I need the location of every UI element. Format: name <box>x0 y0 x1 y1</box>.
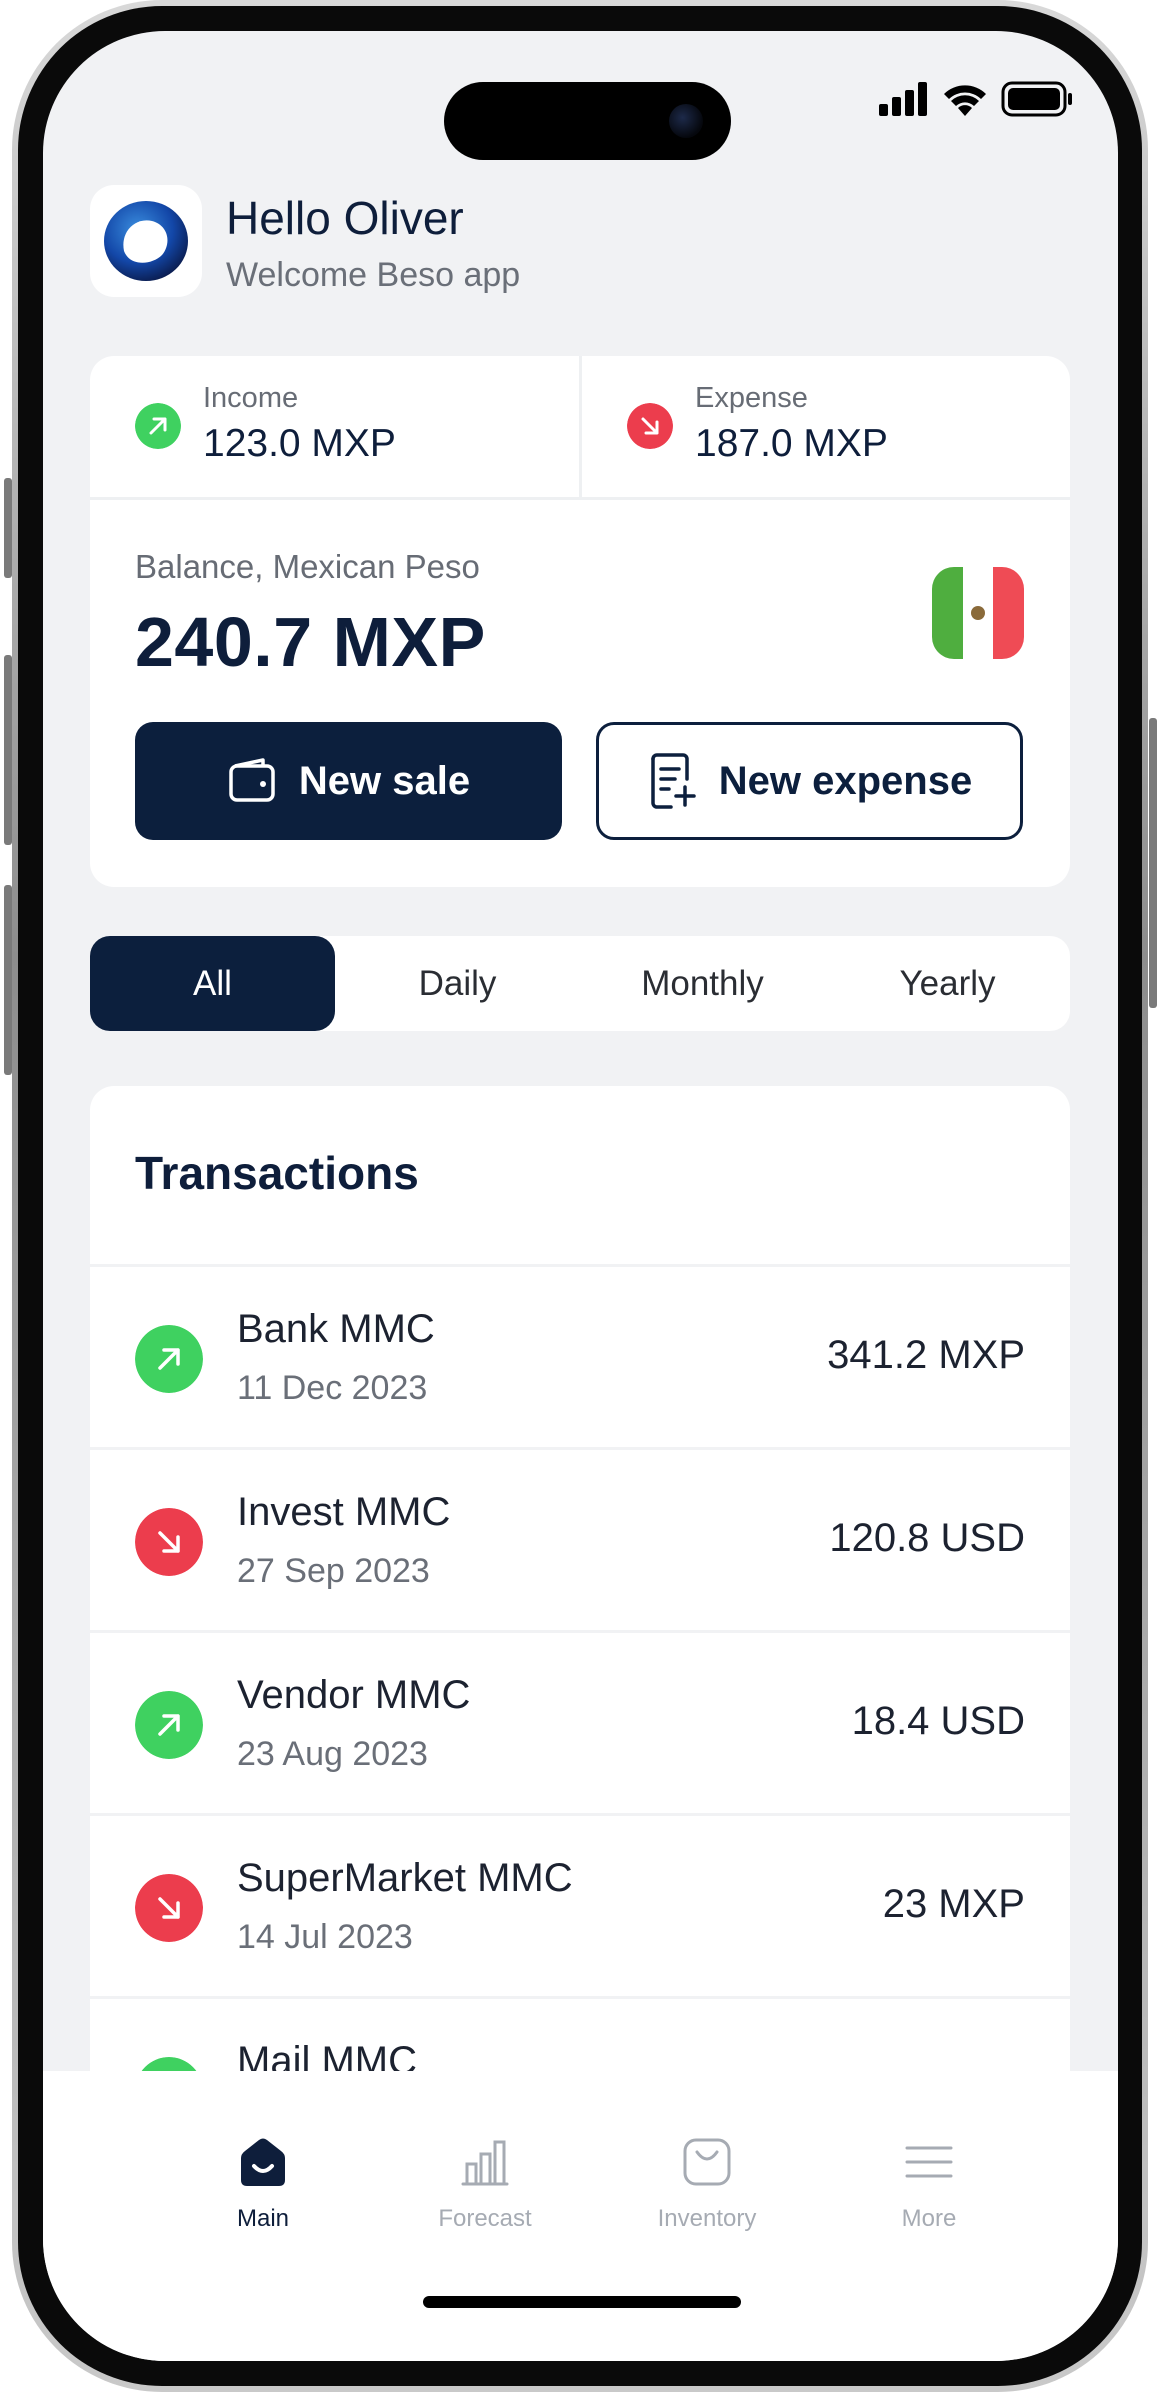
transaction-amount: 341.2 MXP <box>827 1333 1025 1377</box>
expense-stat: Expense 187.0 MXP <box>582 356 1070 497</box>
transaction-date: 27 Sep 2023 <box>237 1552 430 1590</box>
transaction-row[interactable]: Bank MMC 11 Dec 2023 341.2 MXP <box>90 1267 1070 1447</box>
expense-label: Expense <box>695 382 808 414</box>
arrow-up-right-icon <box>135 403 181 449</box>
transactions-header: Transactions <box>90 1086 1070 1264</box>
expense-value: 187.0 MXP <box>695 422 888 465</box>
battery-icon <box>1001 81 1072 117</box>
nav-item-more[interactable]: More <box>849 2136 1009 2233</box>
transaction-name: Bank MMC <box>237 1307 435 1351</box>
new-expense-button[interactable]: New expense <box>596 722 1023 840</box>
balance-card: Income 123.0 MXP Expense 187.0 MXP Balan… <box>90 356 1070 887</box>
transaction-name: Invest MMC <box>237 1490 451 1534</box>
nav-label-more: More <box>901 2205 957 2232</box>
beso-logo-icon <box>104 201 188 281</box>
volume-up-button <box>4 655 12 845</box>
transaction-amount: 18.4 USD <box>851 1699 1025 1743</box>
transaction-name: SuperMarket MMC <box>237 1856 573 1900</box>
tab-all[interactable]: All <box>90 936 335 1031</box>
nav-item-forecast[interactable]: Forecast <box>405 2136 565 2233</box>
status-bar <box>879 81 1073 117</box>
signal-icon <box>879 82 927 116</box>
arrow-down-right-icon <box>627 403 673 449</box>
app-logo <box>90 185 202 297</box>
wallet-icon <box>229 758 275 802</box>
income-stat: Income 123.0 MXP <box>90 356 579 497</box>
transaction-amount: 120.8 USD <box>829 1516 1025 1560</box>
action-button <box>4 478 12 578</box>
transaction-row[interactable]: SuperMarket MMC 14 Jul 2023 23 MXP <box>90 1816 1070 1996</box>
app-screen: Hello Oliver Welcome Beso app Income 123… <box>43 31 1118 2361</box>
dynamic-island <box>444 82 731 160</box>
tab-monthly[interactable]: Monthly <box>580 936 825 1031</box>
new-expense-label: New expense <box>718 758 973 803</box>
nav-label-inventory: Inventory <box>657 2205 757 2232</box>
transaction-row[interactable]: Invest MMC 27 Sep 2023 120.8 USD <box>90 1450 1070 1630</box>
transaction-name: Vendor MMC <box>237 1673 471 1717</box>
bottom-navigation: Main Forecast Inventory More <box>43 2071 1118 2361</box>
home-icon <box>241 2138 285 2186</box>
nav-item-inventory[interactable]: Inventory <box>627 2136 787 2233</box>
tab-daily[interactable]: Daily <box>335 936 580 1031</box>
power-button <box>1149 718 1157 1008</box>
receipt-add-icon <box>651 753 696 809</box>
menu-icon <box>905 2146 953 2178</box>
new-sale-label: New sale <box>298 758 471 803</box>
transaction-date: 23 Aug 2023 <box>237 1735 428 1773</box>
balance-label: Balance, Mexican Peso <box>135 548 480 585</box>
nav-label-forecast: Forecast <box>438 2205 532 2232</box>
mexico-flag-icon <box>932 567 1024 659</box>
bar-chart-icon <box>461 2140 509 2186</box>
arrow-down-right-icon <box>135 1874 203 1942</box>
arrow-up-right-icon <box>135 1325 203 1393</box>
home-indicator[interactable] <box>423 2296 741 2308</box>
balance-value: 240.7 MXP <box>135 603 486 681</box>
camera-icon <box>669 104 703 138</box>
volume-down-button <box>4 885 12 1075</box>
transaction-row[interactable]: Vendor MMC 23 Aug 2023 18.4 USD <box>90 1633 1070 1813</box>
nav-item-main[interactable]: Main <box>183 2136 343 2233</box>
wifi-icon <box>944 85 986 116</box>
welcome-subtitle: Welcome Beso app <box>226 256 521 294</box>
transaction-amount: 23 MXP <box>882 1882 1025 1926</box>
tab-yearly[interactable]: Yearly <box>825 936 1070 1031</box>
nav-label-main: Main <box>236 2205 290 2232</box>
arrow-down-right-icon <box>135 1508 203 1576</box>
transaction-date: 14 Jul 2023 <box>237 1918 413 1956</box>
period-filter-tabs: All Daily Monthly Yearly <box>90 936 1070 1031</box>
income-value: 123.0 MXP <box>203 422 396 465</box>
shopping-bag-icon <box>683 2138 731 2186</box>
new-sale-button[interactable]: New sale <box>135 722 562 840</box>
transactions-title: Transactions <box>135 1147 419 1199</box>
transaction-date: 11 Dec 2023 <box>237 1369 428 1407</box>
divider <box>90 497 1070 500</box>
income-label: Income <box>203 382 299 414</box>
greeting: Hello Oliver <box>226 192 464 244</box>
arrow-up-right-icon <box>135 1691 203 1759</box>
